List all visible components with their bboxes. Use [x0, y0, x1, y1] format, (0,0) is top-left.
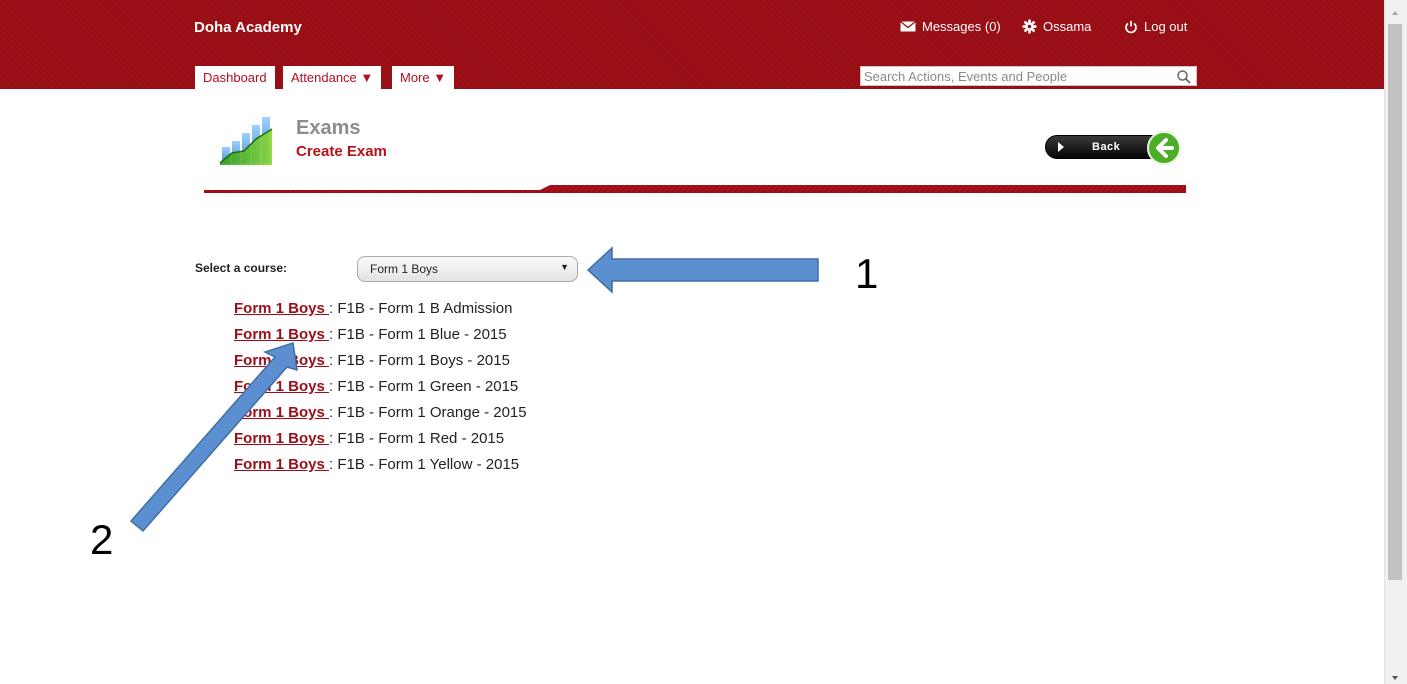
course-description: F1B - Form 1 Boys - 2015	[337, 352, 510, 369]
annotation-number-1: 1	[855, 250, 879, 297]
logout-label: Log out	[1144, 19, 1188, 34]
list-item: Form 1 Boys : F1B - Form 1 B Admission	[234, 300, 513, 317]
course-description: F1B - Form 1 Orange - 2015	[337, 404, 527, 421]
back-button[interactable]: Back	[1045, 131, 1185, 167]
annotation-layer: 1 2	[0, 0, 1384, 684]
back-arrow-icon	[1147, 131, 1181, 165]
list-item: Form 1 Boys : F1B - Form 1 Yellow - 2015	[234, 456, 520, 473]
course-select[interactable]: Form 1 Boys ▼	[357, 256, 578, 282]
user-name: Ossama	[1043, 19, 1092, 34]
title-divider	[204, 181, 1186, 193]
scroll-down-icon[interactable]	[1392, 676, 1398, 680]
page-title: Exams	[296, 117, 361, 139]
course-description: F1B - Form 1 Green - 2015	[337, 378, 519, 395]
messages-label: Messages (0)	[922, 19, 1001, 34]
logout-link[interactable]: Log out	[1124, 19, 1187, 34]
search-input[interactable]	[861, 67, 1164, 85]
scroll-thumb[interactable]	[1388, 24, 1402, 580]
course-description: F1B - Form 1 B Admission	[337, 300, 513, 317]
course-link[interactable]: Form 1 Boys	[234, 430, 329, 447]
course-description: F1B - Form 1 Yellow - 2015	[337, 456, 520, 473]
list-item: Form 1 Boys : F1B - Form 1 Green - 2015	[234, 378, 519, 395]
course-link[interactable]: Form 1 Boys	[234, 326, 329, 343]
search-icon[interactable]	[1176, 69, 1192, 85]
annotation-number-2: 2	[90, 516, 114, 563]
course-link[interactable]: Form 1 Boys	[234, 456, 329, 473]
header-bar: Doha Academy Messages (0) Ossama Log out…	[0, 0, 1384, 89]
search-box	[860, 66, 1197, 86]
top-links: Messages (0) Ossama Log out	[0, 19, 1384, 39]
list-item: Form 1 Boys : F1B - Form 1 Blue - 2015	[234, 326, 507, 343]
course-description: F1B - Form 1 Blue - 2015	[337, 326, 507, 343]
course-link[interactable]: Form 1 Boys	[234, 300, 329, 317]
play-arrow-icon	[1058, 142, 1064, 152]
course-link[interactable]: Form 1 Boys	[234, 378, 329, 395]
list-item: Form 1 Boys : F1B - Form 1 Boys - 2015	[234, 352, 510, 369]
list-item: Form 1 Boys : F1B - Form 1 Red - 2015	[234, 430, 505, 447]
course-select-value: Form 1 Boys	[370, 262, 439, 276]
course-list: Form 1 Boys : F1B - Form 1 B Admission F…	[234, 300, 527, 482]
chevron-down-icon: ▼	[560, 262, 569, 272]
course-select-label: Select a course:	[195, 261, 288, 275]
user-menu[interactable]: Ossama	[1022, 19, 1091, 34]
gear-icon	[1022, 19, 1037, 34]
envelope-icon	[900, 21, 916, 32]
tab-dashboard[interactable]: Dashboard	[195, 66, 275, 89]
tab-attendance[interactable]: Attendance ▼	[283, 66, 382, 89]
page-subtitle: Create Exam	[296, 143, 387, 160]
course-link[interactable]: Form 1 Boys	[234, 352, 329, 369]
messages-link[interactable]: Messages (0)	[900, 19, 1001, 34]
course-link[interactable]: Form 1 Boys	[234, 404, 329, 421]
back-label: Back	[1092, 141, 1121, 153]
power-icon	[1124, 20, 1138, 34]
scroll-up-icon[interactable]	[1392, 11, 1398, 15]
scrollbar[interactable]	[1384, 0, 1407, 684]
tab-more[interactable]: More ▼	[392, 66, 455, 89]
annotation-arrow-1	[586, 246, 819, 294]
course-description: F1B - Form 1 Red - 2015	[337, 430, 505, 447]
back-pill: Back	[1045, 135, 1163, 159]
list-item: Form 1 Boys : F1B - Form 1 Orange - 2015	[234, 404, 527, 421]
bar-chart-icon	[218, 115, 274, 167]
